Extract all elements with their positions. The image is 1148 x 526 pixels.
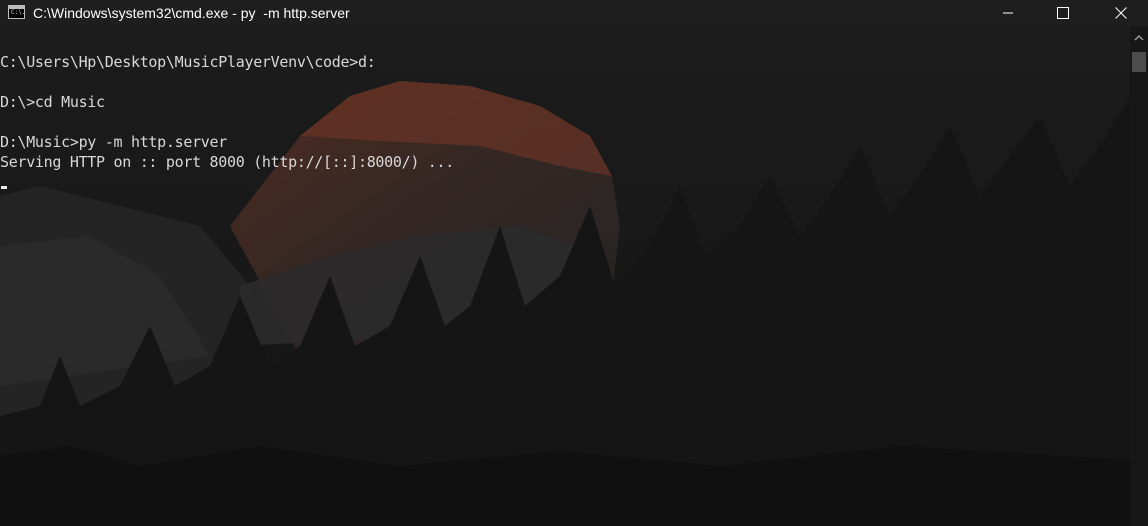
close-button[interactable] bbox=[1098, 0, 1144, 26]
console-line: Serving HTTP on :: port 8000 (http://[::… bbox=[0, 153, 455, 171]
cmd-app-icon[interactable]: C:\. bbox=[8, 5, 25, 19]
window-title: C:\Windows\system32\cmd.exe - py -m http… bbox=[33, 5, 350, 21]
scrollbar-thumb[interactable] bbox=[1132, 52, 1146, 72]
cmd-app-icon-text: C:\. bbox=[11, 9, 26, 16]
minimize-button[interactable] bbox=[985, 0, 1031, 26]
minimize-icon bbox=[1003, 12, 1013, 14]
console-output[interactable]: C:\Users\Hp\Desktop\MusicPlayerVenv\code… bbox=[0, 32, 1130, 526]
console-line: D:\Music>py -m http.server bbox=[0, 133, 228, 151]
cmd-window: C:\. C:\Windows\system32\cmd.exe - py -m… bbox=[0, 0, 1148, 526]
title-bar[interactable]: C:\. C:\Windows\system32\cmd.exe - py -m… bbox=[0, 0, 1148, 26]
scroll-up-icon[interactable] bbox=[1130, 32, 1148, 44]
console-line: D:\>cd Music bbox=[0, 93, 105, 111]
maximize-icon bbox=[1057, 7, 1069, 19]
text-cursor bbox=[1, 186, 7, 189]
maximize-button[interactable] bbox=[1040, 0, 1086, 26]
vertical-scrollbar[interactable] bbox=[1130, 26, 1148, 526]
close-icon bbox=[1115, 7, 1127, 19]
console-line: C:\Users\Hp\Desktop\MusicPlayerVenv\code… bbox=[0, 53, 376, 71]
